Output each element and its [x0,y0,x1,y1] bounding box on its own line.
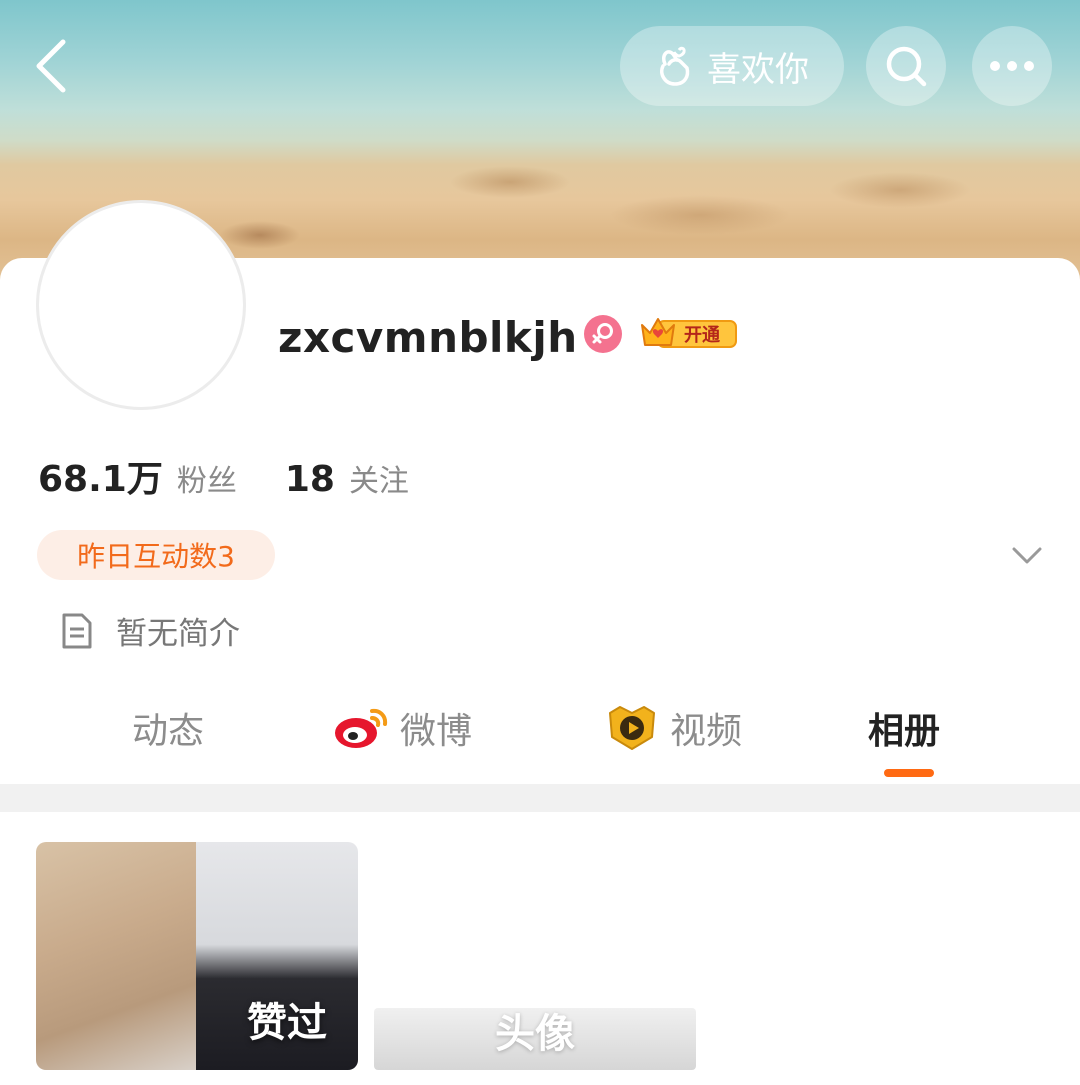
vip-open-badge[interactable]: 开通 [638,313,738,353]
interaction-count-tag[interactable]: 昨日互动数3 [37,530,275,580]
tab-album-label: 相册 [868,711,941,752]
like-you-button[interactable]: 喜欢你 [620,26,844,106]
chevron-left-icon [36,39,66,93]
section-divider [0,784,1080,812]
tab-weibo-label: 微博 [400,711,473,752]
interaction-count-text: 昨日互动数3 [77,540,235,573]
like-you-label: 喜欢你 [707,49,809,90]
female-gender-icon [584,315,622,353]
tab-dynamics-label: 动态 [132,711,205,752]
tab-video-label: 视频 [670,711,743,752]
followers-count[interactable]: 68.1万 [38,450,163,502]
avatar[interactable] [36,200,246,410]
following-label[interactable]: 关注 [349,456,409,500]
album-avatar-label: 头像 [495,1011,575,1057]
vip-open-label: 开通 [684,325,720,346]
username: zxcvmnblkjh [278,313,578,362]
album-liked-label: 赞过 [247,1000,327,1046]
back-button[interactable] [26,36,76,96]
following-count[interactable]: 18 [285,459,335,500]
bio[interactable]: 暂无简介 [60,608,240,653]
more-button[interactable] [972,26,1052,106]
album-liked[interactable]: 赞过 [36,842,358,1070]
document-icon [62,613,92,648]
more-dots-icon [990,61,1034,71]
profile-stats: 68.1万 粉丝 18 关注 [38,450,409,500]
chevron-down-icon[interactable] [1010,540,1044,570]
tab-video[interactable]: 视频 [604,688,742,768]
finger-heart-icon [660,46,690,86]
weibo-logo-icon [335,708,388,748]
tab-album[interactable]: 相册 [868,688,940,768]
tab-weibo[interactable]: 微博 [332,688,472,768]
bio-text: 暂无简介 [116,616,240,652]
active-tab-indicator [884,769,934,777]
video-play-icon [609,706,655,750]
search-button[interactable] [866,26,946,106]
followers-label[interactable]: 粉丝 [177,456,237,500]
album-avatar[interactable]: 头像 [374,1008,696,1070]
search-icon [886,46,927,87]
tab-dynamics[interactable]: 动态 [132,688,204,768]
